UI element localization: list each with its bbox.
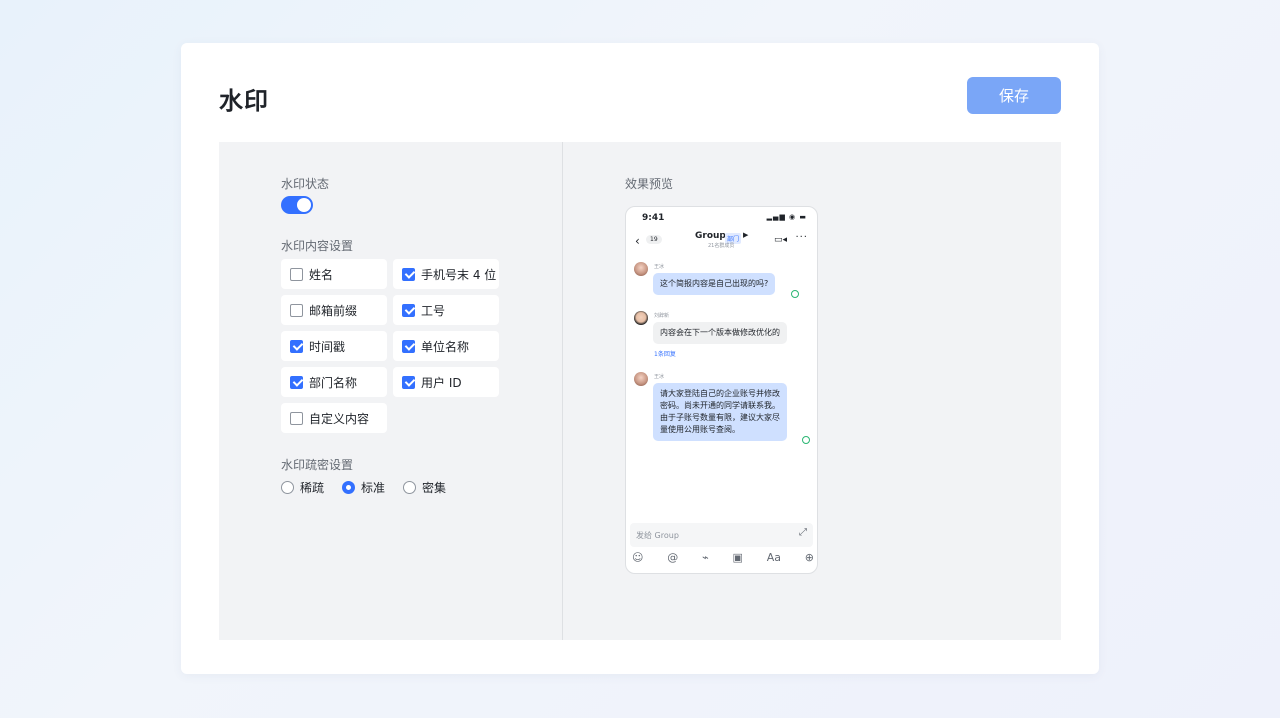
option-label: 姓名 bbox=[309, 267, 334, 282]
radio-dot[interactable] bbox=[342, 481, 356, 494]
input-placeholder: 发给 Group bbox=[636, 531, 679, 540]
status-label: 水印状态 bbox=[281, 177, 330, 191]
option-label: 单位名称 bbox=[421, 339, 470, 354]
add-icon: ⊕ bbox=[804, 551, 814, 564]
option-phone-last4[interactable]: 手机号末 4 位 bbox=[393, 259, 499, 289]
read-status-icon bbox=[802, 436, 810, 444]
voice-icon: ⌁ bbox=[702, 551, 709, 564]
option-label: 时间戳 bbox=[309, 339, 346, 354]
message-bubble: 这个简报内容是自己出现的吗? bbox=[653, 273, 776, 295]
option-label: 手机号末 4 位 bbox=[421, 267, 497, 282]
sender-name: 刘辞新 bbox=[654, 313, 670, 319]
checkbox-name[interactable] bbox=[290, 267, 303, 281]
input-toolbar: ☺ @ ⌁ ▣ Aa ⊕ bbox=[632, 551, 814, 564]
signal-wifi-battery-icon: ▂▄▆ ◉ ▬ bbox=[766, 213, 807, 221]
option-custom[interactable]: 自定义内容 bbox=[281, 403, 387, 433]
checkbox-dept-name[interactable] bbox=[290, 375, 303, 389]
radio-dense[interactable]: 密集 bbox=[403, 479, 446, 496]
option-dept-name[interactable]: 部门名称 bbox=[281, 367, 387, 397]
caret-right-icon: ▶ bbox=[743, 231, 749, 239]
density-label: 水印疏密设置 bbox=[281, 458, 354, 472]
settings-panel: 水印状态 水印内容设置 姓名 手机号末 4 位 邮箱前缀 工号 时间戳 单位名称… bbox=[219, 142, 1061, 640]
option-label: 自定义内容 bbox=[309, 411, 370, 426]
more-icon: ··· bbox=[795, 232, 808, 243]
checkbox-email-prefix[interactable] bbox=[290, 303, 303, 317]
checkbox-phone-last4[interactable] bbox=[402, 267, 415, 281]
radio-label: 密集 bbox=[422, 481, 447, 495]
toggle-knob bbox=[297, 198, 311, 212]
message-bubble: 请大家登陆自己的企业账号并修改 密码。尚未开通的同学请联系我。 由于子账号数量有… bbox=[653, 383, 787, 441]
message-line: 密码。尚未开通的同学请联系我。 bbox=[660, 401, 780, 410]
radio-label: 稀疏 bbox=[300, 481, 325, 495]
message-line: 请大家登陆自己的企业账号并修改 bbox=[660, 389, 780, 398]
page-title: 水印 bbox=[219, 87, 269, 115]
reply-link: 1条回复 bbox=[654, 351, 676, 358]
radio-standard[interactable]: 标准 bbox=[342, 479, 385, 496]
message-input[interactable]: 发给 Group ⤢ bbox=[630, 523, 813, 547]
option-org-name[interactable]: 单位名称 bbox=[393, 331, 499, 361]
avatar bbox=[634, 311, 648, 325]
back-count: 19 bbox=[646, 235, 662, 244]
option-name[interactable]: 姓名 bbox=[281, 259, 387, 289]
sender-name: 王冰 bbox=[654, 374, 665, 380]
option-timestamp[interactable]: 时间戳 bbox=[281, 331, 387, 361]
density-radio-group: 稀疏 标准 密集 bbox=[281, 479, 464, 496]
video-call-icon: ▭◂ bbox=[773, 235, 787, 245]
radio-label: 标准 bbox=[361, 481, 386, 495]
sender-name: 王冰 bbox=[654, 264, 665, 270]
save-button[interactable]: 保存 bbox=[967, 77, 1061, 114]
image-icon: ▣ bbox=[732, 551, 743, 564]
panel-divider bbox=[562, 142, 563, 640]
emoji-icon: ☺ bbox=[632, 551, 644, 564]
watermark-options: 水印状态 水印内容设置 姓名 手机号末 4 位 邮箱前缀 工号 时间戳 单位名称… bbox=[281, 142, 541, 640]
group-name: Group bbox=[695, 231, 726, 241]
avatar bbox=[634, 262, 648, 276]
phone-preview: 9:41 ▂▄▆ ◉ ▬ ‹ 19 Group 部门 ▶ 21名群成员 ▭◂ ·… bbox=[625, 206, 818, 574]
watermark-toggle[interactable] bbox=[281, 196, 313, 214]
option-email-prefix[interactable]: 邮箱前缀 bbox=[281, 295, 387, 325]
option-label: 用户 ID bbox=[421, 375, 462, 390]
watermark-settings-card: 水印 保存 水印状态 水印内容设置 姓名 手机号末 4 位 邮箱前缀 工号 时间… bbox=[181, 43, 1099, 674]
option-user-id[interactable]: 用户 ID bbox=[393, 367, 499, 397]
radio-sparse[interactable]: 稀疏 bbox=[281, 479, 324, 496]
checkbox-custom[interactable] bbox=[290, 411, 303, 425]
preview-label: 效果预览 bbox=[625, 177, 674, 191]
checkbox-user-id[interactable] bbox=[402, 375, 415, 389]
radio-dot[interactable] bbox=[281, 481, 294, 494]
message-bubble: 内容会在下一个版本做修改优化的 bbox=[653, 322, 787, 344]
option-employee-id[interactable]: 工号 bbox=[393, 295, 499, 325]
read-status-icon bbox=[791, 290, 799, 298]
checkbox-employee-id[interactable] bbox=[402, 303, 415, 317]
radio-dot[interactable] bbox=[403, 481, 417, 494]
message-line: 由于子账号数量有限，建议大家尽 bbox=[660, 413, 780, 422]
checkbox-timestamp[interactable] bbox=[290, 339, 303, 353]
message-line: 量使用公用账号查阅。 bbox=[660, 425, 740, 434]
option-label: 邮箱前缀 bbox=[309, 303, 358, 318]
status-time: 9:41 bbox=[642, 213, 665, 223]
font-icon: Aa bbox=[766, 551, 781, 564]
avatar bbox=[634, 372, 648, 386]
content-label: 水印内容设置 bbox=[281, 239, 354, 253]
checkbox-org-name[interactable] bbox=[402, 339, 415, 353]
expand-icon: ⤢ bbox=[799, 527, 807, 538]
mention-icon: @ bbox=[667, 551, 679, 564]
back-chevron-icon: ‹ bbox=[635, 234, 640, 248]
option-label: 部门名称 bbox=[309, 375, 358, 390]
option-label: 工号 bbox=[421, 303, 446, 318]
group-member-count: 21名群成员 bbox=[708, 243, 735, 249]
